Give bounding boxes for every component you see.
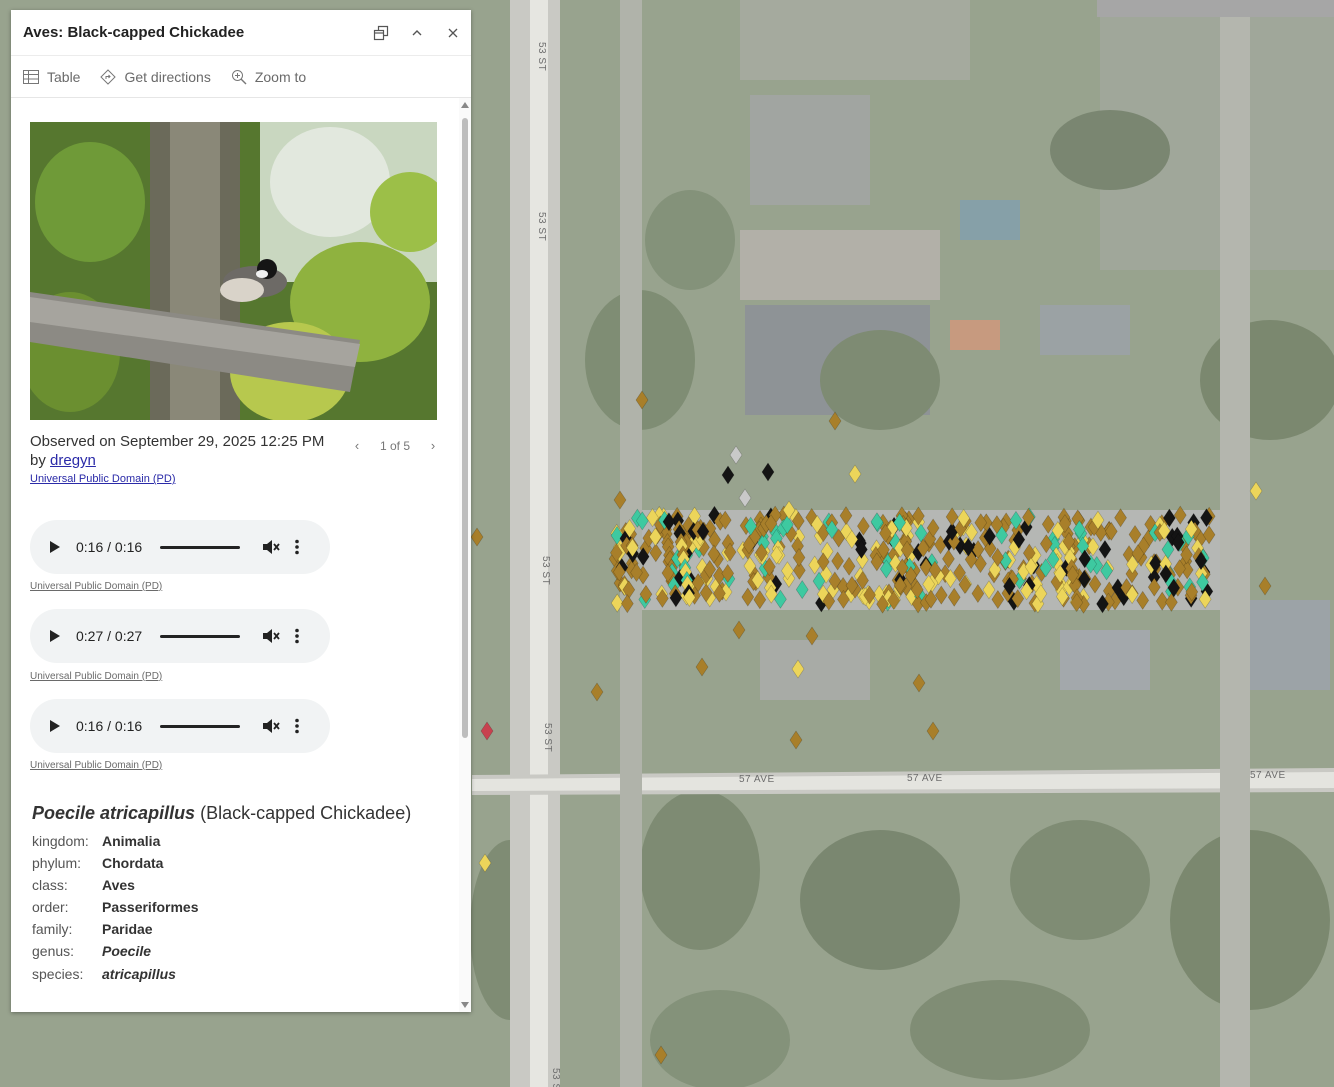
media-pager: ‹ 1 of 5 › (346, 438, 444, 453)
directions-icon (100, 68, 117, 85)
mute-button[interactable] (262, 628, 280, 644)
street-label-53-st: 53 ST (536, 42, 547, 72)
popup-title: Aves: Black-capped Chickadee (23, 24, 245, 41)
mute-button[interactable] (262, 539, 280, 555)
audio-progress-bar[interactable] (160, 545, 240, 549)
close-icon (448, 28, 458, 37)
more-options-button[interactable] (294, 628, 300, 644)
street-label-57-ave: 57 AVE (1250, 770, 1286, 781)
observation-photo[interactable] (30, 122, 437, 420)
rank-label: family: (32, 921, 73, 937)
rank-value: Poecile (102, 943, 152, 959)
mute-icon (263, 719, 280, 733)
audio-player: 0:16 / 0:16 (30, 699, 330, 753)
play-icon[interactable] (50, 720, 60, 732)
directions-action-label: Get directions (124, 68, 211, 85)
taxon-rank-row: order: Passeriformes (32, 899, 199, 915)
observer-link[interactable]: dregyn (50, 452, 96, 469)
map-attribution-box (1097, 0, 1334, 17)
table-action[interactable]: Table (23, 69, 80, 85)
taxon-rank-row: genus: Poecile (32, 943, 151, 959)
taxon-rank-row: species: atricapillus (32, 966, 176, 982)
scroll-down-icon[interactable] (461, 1002, 469, 1008)
taxon-rank-row: family: Paridae (32, 921, 153, 937)
popup-actions: Table Get directions Zoom to (11, 56, 471, 98)
zoom-to-icon (231, 69, 247, 84)
street-label-57-ave: 57 AVE (739, 774, 775, 785)
more-options-button[interactable] (294, 539, 300, 555)
play-icon[interactable] (50, 541, 60, 553)
chevron-right-icon: › (430, 438, 436, 453)
street-label-57-ave: 57 AVE (907, 773, 943, 784)
popup-header: Aves: Black-capped Chickadee (11, 10, 471, 56)
rank-label: order: (32, 899, 69, 915)
mute-button[interactable] (262, 718, 280, 734)
audio-time: 0:16 / 0:16 (76, 539, 143, 555)
street-label-53-st: 53 S (550, 1068, 561, 1087)
audio-player: 0:27 / 0:27 (30, 609, 330, 663)
more-vertical-icon (295, 628, 299, 644)
rank-label: phylum: (32, 855, 82, 871)
rank-value: Passeriformes (102, 899, 199, 915)
chickadee-photo-image (30, 122, 437, 420)
mute-icon (263, 629, 280, 643)
close-button[interactable] (435, 10, 471, 56)
scientific-name: Poecile atricapillus (32, 803, 196, 823)
more-options-button[interactable] (294, 718, 300, 734)
rank-value: Chordata (102, 855, 164, 871)
audio-license-link[interactable]: Universal Public Domain (PD) (30, 671, 162, 682)
audio-time: 0:16 / 0:16 (76, 718, 143, 734)
table-action-label: Table (47, 68, 81, 85)
directions-action[interactable]: Get directions (100, 68, 211, 85)
dock-icon (373, 25, 389, 40)
previous-button[interactable]: ‹ (346, 438, 368, 453)
pager-label: 1 of 5 (380, 438, 411, 453)
street-label-53-st: 53 ST (536, 212, 547, 242)
audio-progress-bar[interactable] (160, 724, 240, 728)
audio-progress-bar[interactable] (160, 634, 240, 638)
rank-value: Animalia (102, 833, 161, 849)
collapse-button[interactable] (399, 10, 435, 56)
chevron-left-icon: ‹ (354, 438, 360, 453)
rank-label: genus: (32, 943, 75, 959)
taxon-rank-row: kingdom: Animalia (32, 833, 160, 849)
popup-content[interactable]: Observed on September 29, 2025 12:25 PM … (11, 98, 459, 1012)
rank-label: kingdom: (32, 833, 89, 849)
photo-license-link[interactable]: Universal Public Domain (PD) (30, 473, 176, 485)
zoom-to-action-label: Zoom to (254, 68, 307, 85)
common-name: (Black-capped Chickadee) (200, 803, 412, 823)
scroll-up-icon[interactable] (461, 102, 469, 108)
rank-label: species: (32, 966, 84, 982)
dock-button[interactable] (363, 10, 399, 56)
rank-value: atricapillus (102, 966, 176, 982)
observation-details: Observed on September 29, 2025 12:25 PM … (30, 432, 340, 470)
rank-value: Aves (102, 877, 135, 893)
street-label-53-st: 53 ST (540, 556, 551, 586)
rank-label: class: (32, 877, 68, 893)
table-icon (23, 69, 39, 84)
audio-license-link[interactable]: Universal Public Domain (PD) (30, 581, 162, 592)
play-icon[interactable] (50, 630, 60, 642)
feature-popup: Aves: Black-capped Chickadee Table Get d… (11, 10, 471, 1012)
street-label-53-st: 53 ST (542, 723, 553, 753)
mute-icon (263, 540, 280, 554)
popup-scrollbar[interactable] (459, 98, 471, 1012)
collapse-icon (412, 29, 422, 35)
rank-value: Paridae (102, 921, 153, 937)
more-vertical-icon (295, 718, 299, 734)
taxon-rank-row: phylum: Chordata (32, 855, 163, 871)
next-button[interactable]: › (422, 438, 444, 453)
taxon-heading: Poecile atricapillus (Black-capped Chick… (32, 803, 411, 824)
audio-time: 0:27 / 0:27 (76, 628, 143, 644)
audio-player: 0:16 / 0:16 (30, 520, 330, 574)
zoom-to-action[interactable]: Zoom to (231, 69, 306, 85)
scrollbar-thumb[interactable] (462, 118, 468, 738)
audio-license-link[interactable]: Universal Public Domain (PD) (30, 760, 162, 771)
taxon-rank-row: class: Aves (32, 877, 135, 893)
more-vertical-icon (295, 539, 299, 555)
